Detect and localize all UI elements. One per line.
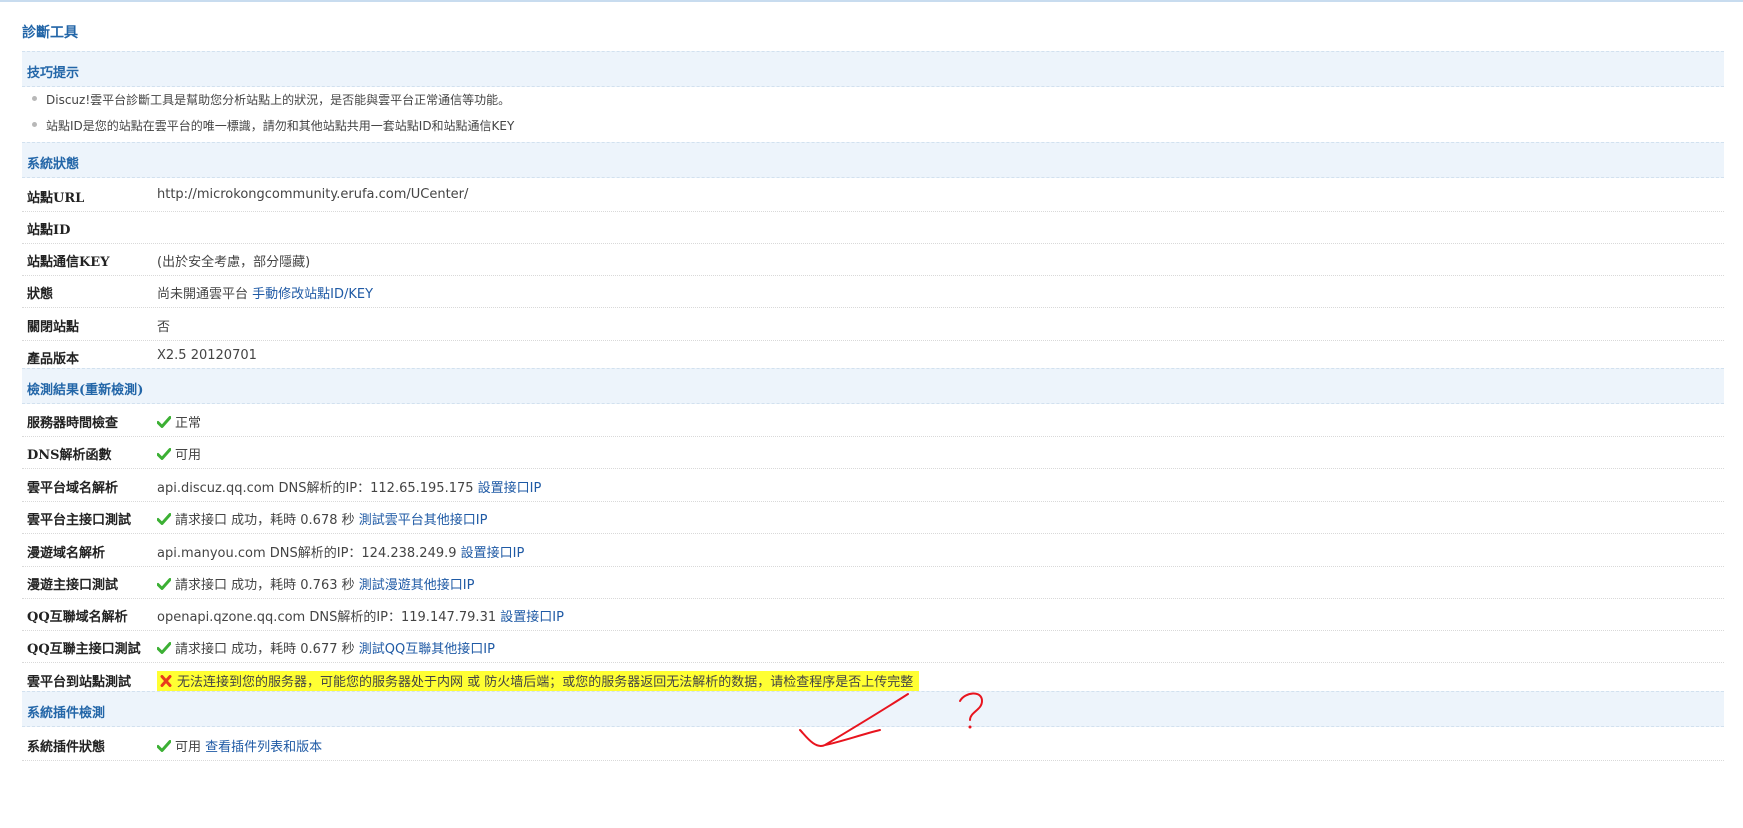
- plugin-status-value: 可用 查看插件列表和版本: [157, 736, 322, 755]
- status-text: 請求接口 成功，耗時 0.677 秒: [175, 642, 355, 657]
- row-label: 站點ID: [27, 223, 71, 238]
- detect-row-time: 服務器時間檢查 正常: [22, 401, 1724, 437]
- x-icon: [160, 675, 172, 687]
- row-label: 漫遊主接口測試: [27, 578, 119, 593]
- row-label: 關閉站點: [27, 320, 80, 335]
- state-value: 尚未開通雲平台 手動修改站點ID/KEY: [157, 283, 373, 302]
- check-icon: [157, 642, 171, 654]
- status-text: 可用: [175, 448, 202, 463]
- bullet-icon: [32, 96, 37, 101]
- manyou-api-value: 請求接口 成功，耗時 0.763 秒 測試漫遊其他接口IP: [157, 574, 474, 593]
- manyou-dns-value: api.manyou.com DNS解析的IP：124.238.249.9 設置…: [157, 542, 524, 561]
- detect-row-cloud-api: 雲平台主接口測試 請求接口 成功，耗時 0.678 秒 測試雲平台其他接口IP: [22, 498, 1724, 534]
- detect-row-cloud-dns: 雲平台域名解析 api.discuz.qq.com DNS解析的IP：112.6…: [22, 466, 1724, 502]
- tip-item-1: Discuz!雲平台診斷工具是幫助您分析站點上的狀況，是否能與雲平台正常通信等功…: [32, 91, 511, 108]
- row-label: 系統插件狀態: [27, 740, 106, 755]
- detect-row-qq-api: QQ互聯主接口測試 請求接口 成功，耗時 0.677 秒 測試QQ互聯其他接口I…: [22, 627, 1724, 663]
- plugins-header: 系統插件檢測: [22, 691, 1724, 727]
- set-api-ip-link[interactable]: 設置接口IP: [478, 481, 542, 496]
- plugins-header-title: 系統插件檢測: [27, 706, 106, 721]
- detect-row-manyou-dns: 漫遊域名解析 api.manyou.com DNS解析的IP：124.238.2…: [22, 531, 1724, 567]
- qq-dns-value: openapi.qzone.qq.com DNS解析的IP：119.147.79…: [157, 606, 564, 625]
- cloud-dns-value: api.discuz.qq.com DNS解析的IP：112.65.195.17…: [157, 477, 541, 496]
- detect-title-text: 檢測結果: [27, 383, 80, 398]
- set-api-ip-link[interactable]: 設置接口IP: [461, 546, 525, 561]
- system-status-title: 系統狀態: [27, 157, 80, 172]
- status-text: 請求接口 成功，耗時 0.763 秒: [175, 578, 355, 593]
- site-key-value: (出於安全考慮，部分隱藏): [157, 255, 311, 270]
- bullet-icon: [32, 122, 37, 127]
- cloud-to-site-value: 无法连接到您的服务器，可能您的服务器处于内网 或 防火墙后端；或您的服务器返回无…: [157, 671, 920, 694]
- row-label: 站點URL: [27, 191, 85, 206]
- status-text: 請求接口 成功，耗時 0.678 秒: [175, 513, 355, 528]
- system-status-header: 系統狀態: [22, 142, 1724, 178]
- status-text: api.discuz.qq.com DNS解析的IP：112.65.195.17…: [157, 481, 474, 496]
- view-plugins-link[interactable]: 查看插件列表和版本: [205, 740, 322, 755]
- version-value: X2.5 20120701: [157, 348, 257, 363]
- set-api-ip-link[interactable]: 設置接口IP: [500, 610, 564, 625]
- row-label: DNS解析函數: [27, 448, 112, 463]
- row-label: 狀態: [27, 287, 54, 302]
- row-label: 服務器時間檢查: [27, 416, 119, 431]
- check-icon: [157, 513, 171, 525]
- check-icon: [157, 578, 171, 590]
- row-label: QQ互聯域名解析: [27, 610, 128, 625]
- status-text: api.manyou.com DNS解析的IP：124.238.249.9: [157, 546, 457, 561]
- detect-row-manyou-api: 漫遊主接口測試 請求接口 成功，耗時 0.763 秒 測試漫遊其他接口IP: [22, 563, 1724, 599]
- edit-site-id-key-link[interactable]: 手動修改站點ID/KEY: [252, 287, 373, 302]
- test-cloud-api-link[interactable]: 測試雲平台其他接口IP: [359, 513, 488, 528]
- tips-header: 技巧提示: [22, 51, 1724, 87]
- detect-row-qq-dns: QQ互聯域名解析 openapi.qzone.qq.com DNS解析的IP：1…: [22, 595, 1724, 631]
- tip-text: Discuz!雲平台診斷工具是幫助您分析站點上的狀況，是否能與雲平台正常通信等功…: [46, 93, 511, 107]
- row-label: 漫遊域名解析: [27, 546, 106, 561]
- tip-item-2: 站點ID是您的站點在雲平台的唯一標識，請勿和其他站點共用一套站點ID和站點通信K…: [32, 117, 515, 134]
- closed-value: 否: [157, 320, 171, 335]
- test-manyou-api-link[interactable]: 測試漫遊其他接口IP: [359, 578, 475, 593]
- cloud-api-value: 請求接口 成功，耗時 0.678 秒 測試雲平台其他接口IP: [157, 509, 487, 528]
- tip-text: 站點ID是您的站點在雲平台的唯一標識，請勿和其他站點共用一套站點ID和站點通信K…: [46, 119, 515, 133]
- dns-func-value: 可用: [157, 444, 201, 463]
- page-title: 診斷工具: [22, 25, 78, 41]
- status-row-site-key: 站點通信KEY (出於安全考慮，部分隱藏): [22, 240, 1724, 276]
- row-label: 站點通信KEY: [27, 255, 110, 270]
- status-row-site-id: 站點ID: [22, 208, 1724, 244]
- row-label: 雲平台域名解析: [27, 481, 119, 496]
- detect-header: 檢測結果(重新檢測): [22, 368, 1724, 404]
- qq-api-value: 請求接口 成功，耗時 0.677 秒 測試QQ互聯其他接口IP: [157, 638, 495, 657]
- status-text: openapi.qzone.qq.com DNS解析的IP：119.147.79…: [157, 610, 497, 625]
- status-row-site-url: 站點URL http://microkongcommunity.erufa.co…: [22, 176, 1724, 212]
- plugins-row-status: 系統插件狀態 可用 查看插件列表和版本: [22, 725, 1724, 761]
- row-label: 雲平台到站點測試: [27, 675, 132, 690]
- paren-close: ): [137, 383, 144, 398]
- top-border: [0, 0, 1743, 2]
- row-label: QQ互聯主接口測試: [27, 642, 141, 657]
- status-text: 正常: [175, 416, 202, 431]
- tips-header-title: 技巧提示: [27, 66, 80, 81]
- check-icon: [157, 740, 171, 752]
- detect-header-title: 檢測結果(重新檢測): [27, 379, 143, 398]
- check-icon: [157, 416, 171, 428]
- status-row-state: 狀態 尚未開通雲平台 手動修改站點ID/KEY: [22, 272, 1724, 308]
- row-label: 雲平台主接口測試: [27, 513, 132, 528]
- test-qq-api-link[interactable]: 測試QQ互聯其他接口IP: [359, 642, 495, 657]
- check-icon: [157, 448, 171, 460]
- recheck-link[interactable]: 重新檢測: [85, 383, 137, 398]
- status-text: 可用: [175, 740, 202, 755]
- row-label: 產品版本: [27, 352, 80, 367]
- status-row-closed: 關閉站點 否: [22, 305, 1724, 341]
- error-text: 无法连接到您的服务器，可能您的服务器处于内网 或 防火墙后端；或您的服务器返回无…: [177, 675, 914, 690]
- state-text: 尚未開通雲平台: [157, 287, 249, 302]
- site-url-value: http://microkongcommunity.erufa.com/UCen…: [157, 187, 469, 202]
- detect-row-dns: DNS解析函數 可用: [22, 433, 1724, 469]
- time-check-value: 正常: [157, 412, 201, 431]
